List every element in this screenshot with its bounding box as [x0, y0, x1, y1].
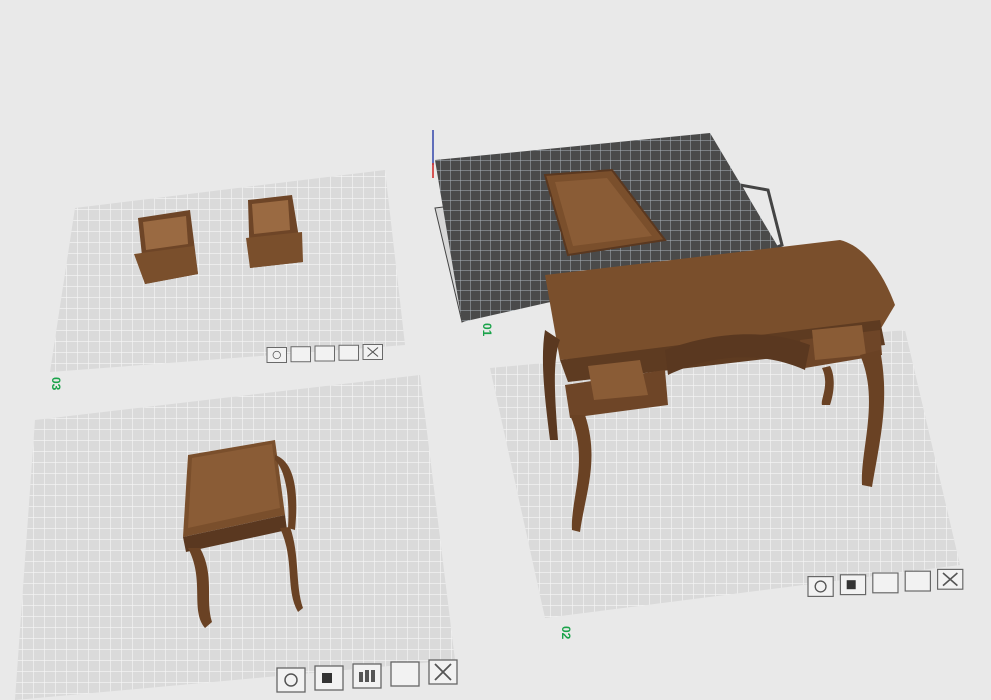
plate-label: 01: [480, 323, 494, 337]
slice-plate-icon[interactable]: [266, 347, 287, 363]
3d-viewport[interactable]: 03 02 01: [0, 0, 991, 700]
slice-plate-icon[interactable]: [807, 576, 834, 597]
plate-settings-icon[interactable]: [338, 344, 359, 361]
slice-plate-icon[interactable]: [276, 667, 306, 693]
plate-settings-icon[interactable]: [390, 661, 420, 687]
lock-plate-icon[interactable]: [290, 346, 311, 363]
drawer-model[interactable]: [134, 210, 198, 284]
plate-03-toolbar: [266, 344, 383, 363]
plate-settings-icon[interactable]: [904, 570, 931, 592]
plate-04[interactable]: [15, 375, 455, 700]
plate-label: 02: [559, 626, 573, 640]
arrange-plate-icon[interactable]: [872, 572, 899, 594]
plate-label: 03: [49, 377, 63, 391]
arrange-plate-icon[interactable]: [314, 345, 335, 362]
